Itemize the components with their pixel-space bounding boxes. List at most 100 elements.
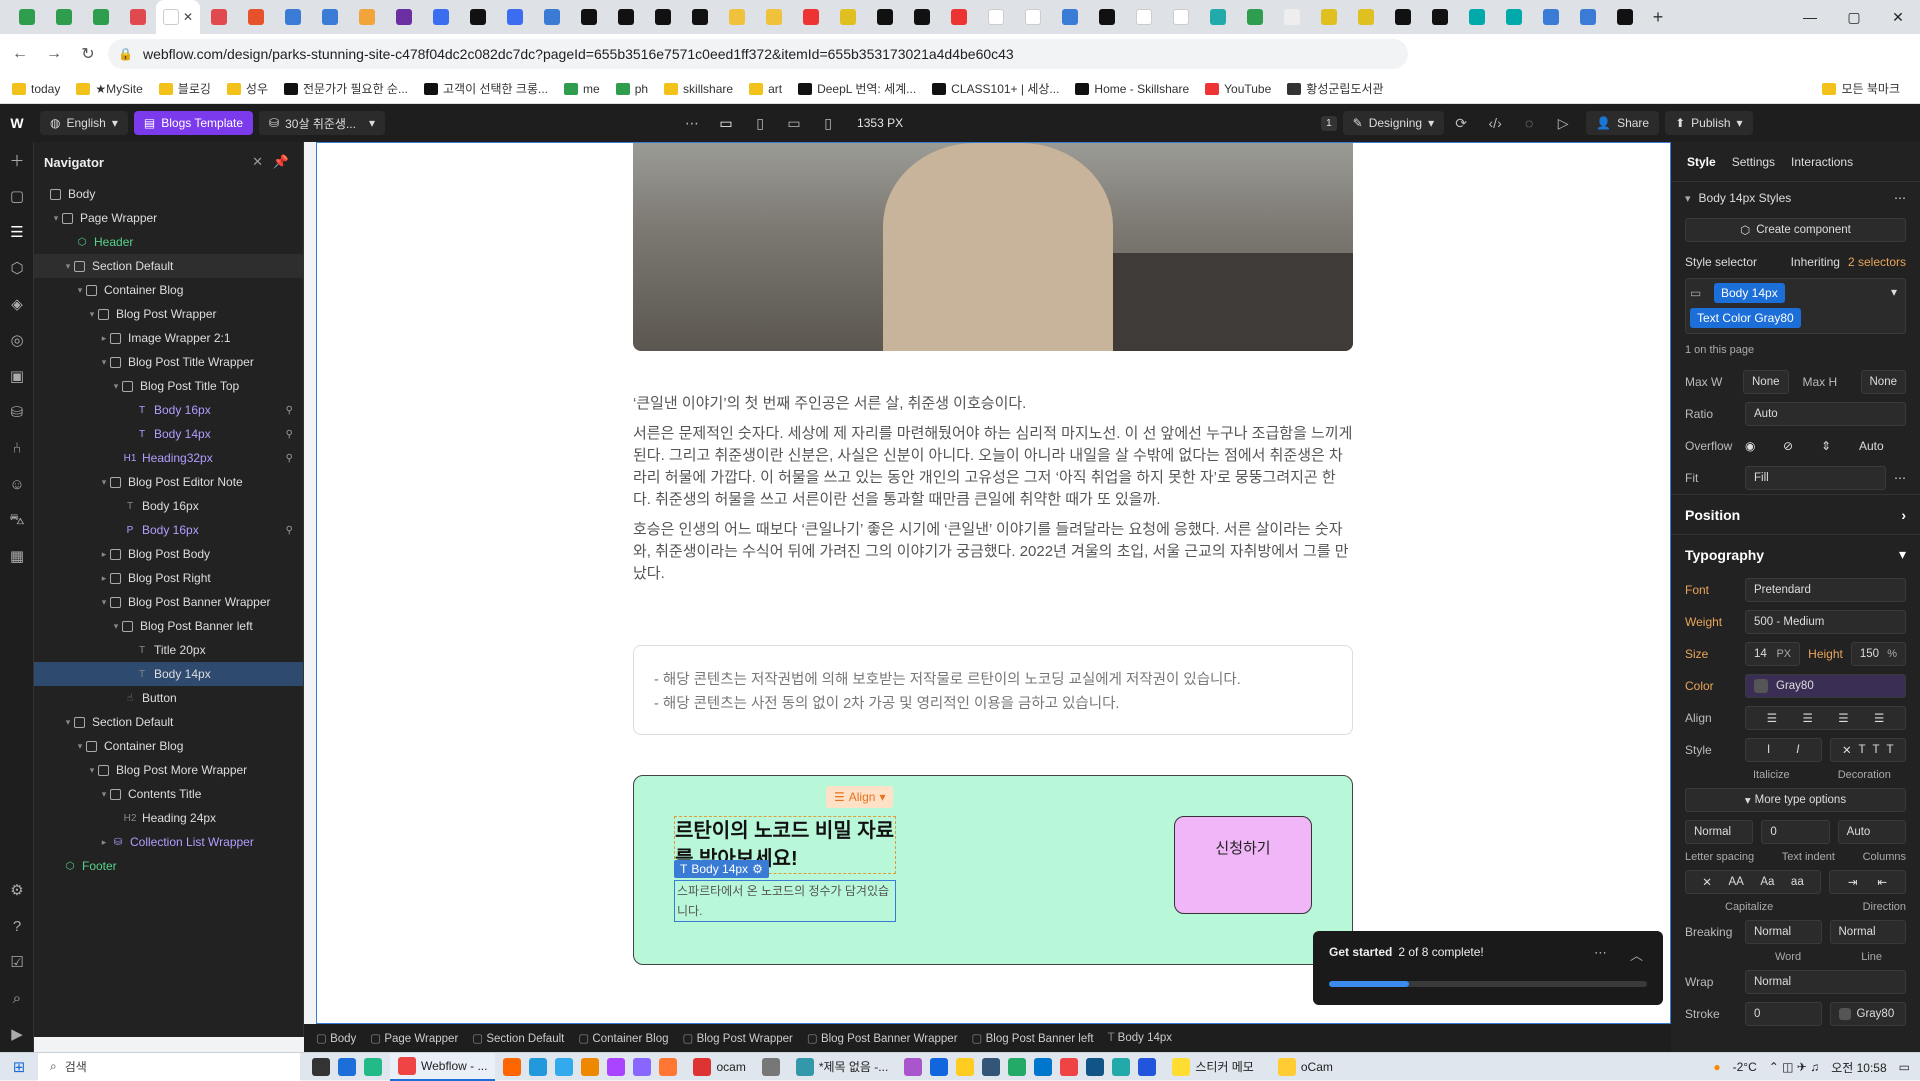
inheriting-count[interactable]: 2 selectors: [1848, 255, 1906, 269]
taskbar-app[interactable]: ocam: [685, 1053, 753, 1081]
illustrator-icon[interactable]: [581, 1057, 600, 1076]
align-left-icon[interactable]: ☰: [1767, 711, 1777, 725]
browser-tab[interactable]: [903, 0, 940, 34]
line-height-input[interactable]: 150%: [1850, 642, 1906, 666]
bookmark-item[interactable]: ph: [615, 82, 648, 96]
chevron-down-icon[interactable]: ▾: [1685, 192, 1691, 205]
chrome-icon[interactable]: [1060, 1057, 1079, 1076]
tablet-breakpoint-icon[interactable]: ▯: [743, 115, 777, 132]
color-field[interactable]: Gray80: [1745, 674, 1906, 698]
chevron-down-icon[interactable]: ▾: [62, 261, 74, 272]
firefox-icon[interactable]: [659, 1057, 678, 1076]
browser-tab[interactable]: [681, 0, 718, 34]
bookmark-item[interactable]: DeepL 번역: 세계...: [798, 80, 916, 97]
navigator-node[interactable]: ▸ Image Wrapper 2:1: [34, 326, 303, 350]
app-icon[interactable]: [1086, 1057, 1105, 1076]
cms-binding-icon[interactable]: ⚲: [286, 525, 293, 536]
banner-body-text[interactable]: 스파르타에서 온 노코드의 정수가 담겨있습니다.: [674, 880, 896, 922]
close-window-icon[interactable]: ✕: [1876, 0, 1920, 34]
search-icon[interactable]: ⌕: [0, 980, 34, 1016]
app-icon[interactable]: [930, 1057, 949, 1076]
browser-tab[interactable]: [1347, 0, 1384, 34]
settings-icon[interactable]: ⚙: [0, 872, 34, 908]
aftereffects-icon[interactable]: [633, 1057, 652, 1076]
kakaotalk-icon[interactable]: [956, 1057, 975, 1076]
breadcrumb-item[interactable]: ▢ Blog Post Wrapper: [683, 1031, 793, 1045]
navigator-node[interactable]: ▾ Blog Post Title Top: [34, 374, 303, 398]
photoshop-icon[interactable]: [555, 1057, 574, 1076]
class-chip[interactable]: Body 14px: [1714, 283, 1785, 303]
forward-icon[interactable]: →: [40, 45, 68, 63]
taskbar-app[interactable]: *제목 없음 -...: [788, 1053, 897, 1081]
blog-banner[interactable]: ☰ Align ▾ 르탄이의 노코드 비밀 자료를 받아보세요! T Body 14p…: [633, 775, 1353, 965]
browser-tab[interactable]: [1236, 0, 1273, 34]
navigator-node[interactable]: ▾ Blog Post Editor Note: [34, 470, 303, 494]
font-select[interactable]: Pretendard: [1745, 578, 1906, 602]
weight-select[interactable]: 500 - Medium: [1745, 610, 1906, 634]
none-icon[interactable]: ✕: [1842, 743, 1852, 757]
cms-icon[interactable]: ⛁: [0, 394, 34, 430]
back-icon[interactable]: ←: [6, 45, 34, 63]
tab-settings[interactable]: Settings: [1732, 155, 1775, 169]
lowercase-icon[interactable]: aa: [1791, 876, 1804, 888]
browser-tab[interactable]: [1421, 0, 1458, 34]
ecommerce-icon[interactable]: ⛍: [0, 502, 34, 538]
breadcrumb-item[interactable]: ▢ Section Default: [472, 1031, 564, 1045]
navigator-node[interactable]: Body: [34, 182, 303, 206]
bookmark-item[interactable]: 고객이 선택한 크롱...: [424, 80, 548, 97]
browser-tab[interactable]: [82, 0, 119, 34]
chevron-down-icon[interactable]: ▾: [98, 597, 110, 608]
code-icon[interactable]: ‹/›: [1478, 115, 1512, 131]
browser-tab[interactable]: [237, 0, 274, 34]
breadcrumb-item[interactable]: ▢ Page Wrapper: [370, 1031, 458, 1045]
more-icon[interactable]: ⋯: [675, 115, 709, 132]
edge-dev-icon[interactable]: [364, 1057, 382, 1076]
navigator-node[interactable]: ▾ Contents Title: [34, 782, 303, 806]
class-chip[interactable]: Text Color Gray80: [1690, 308, 1801, 328]
browser-tab[interactable]: [1273, 0, 1310, 34]
navigator-node[interactable]: H1 Heading32px ⚲: [34, 446, 303, 470]
task-view-icon[interactable]: [312, 1057, 330, 1076]
navigator-node[interactable]: T Body 16px: [34, 494, 303, 518]
bookmark-item[interactable]: ★MySite: [76, 82, 143, 96]
add-icon[interactable]: ＋: [0, 142, 34, 178]
variables-icon[interactable]: ◈: [0, 286, 34, 322]
bookmark-item[interactable]: today: [12, 82, 60, 96]
browser-tab[interactable]: [496, 0, 533, 34]
browser-tab[interactable]: [829, 0, 866, 34]
tab-interactions[interactable]: Interactions: [1791, 155, 1853, 169]
navigator-node[interactable]: T Title 20px: [34, 638, 303, 662]
columns-input[interactable]: Auto: [1837, 820, 1906, 844]
navigator-node[interactable]: ▾ Section Default: [34, 254, 303, 278]
chevron-up-icon[interactable]: ︿: [1630, 945, 1643, 964]
video-icon[interactable]: ▶: [0, 1016, 34, 1052]
app-icon[interactable]: [1008, 1057, 1027, 1076]
max-height-input[interactable]: None: [1860, 370, 1906, 394]
max-width-input[interactable]: None: [1743, 370, 1789, 394]
normal-icon[interactable]: I: [1767, 744, 1770, 756]
navigator-node[interactable]: ▾ Container Blog: [34, 734, 303, 758]
letter-spacing-input[interactable]: Normal: [1685, 820, 1754, 844]
breadcrumb-item[interactable]: T Body 14px: [1108, 1032, 1172, 1044]
browser-tab[interactable]: [1495, 0, 1532, 34]
browser-tab[interactable]: [1162, 0, 1199, 34]
chevron-down-icon[interactable]: ▾: [62, 717, 74, 728]
italic-group[interactable]: II: [1745, 738, 1822, 762]
browser-tab[interactable]: [1569, 0, 1606, 34]
bookmark-item[interactable]: 성우: [226, 80, 268, 97]
more-icon[interactable]: ⋯: [1594, 945, 1607, 961]
browser-tab[interactable]: [644, 0, 681, 34]
navigator-icon[interactable]: ☰: [0, 214, 34, 250]
more-icon[interactable]: ⋯: [1894, 471, 1906, 485]
new-tab-button[interactable]: +: [1643, 7, 1673, 28]
align-right-icon[interactable]: ☰: [1838, 711, 1848, 725]
word-icon[interactable]: [1138, 1057, 1157, 1076]
browser-tab[interactable]: [1014, 0, 1051, 34]
weather-icon[interactable]: ●: [1713, 1060, 1720, 1074]
breadcrumb-item[interactable]: ▢ Blog Post Banner Wrapper: [807, 1031, 958, 1045]
chevron-down-icon[interactable]: ▾: [50, 213, 62, 224]
taskbar-app[interactable]: Webflow - ...: [390, 1052, 496, 1081]
browser-tab[interactable]: [940, 0, 977, 34]
collection-item-selector[interactable]: ⛁ 30살 취준생... ▾: [259, 111, 386, 135]
tray-icons[interactable]: ⌃ ◫ ✈ ♫: [1769, 1060, 1819, 1074]
